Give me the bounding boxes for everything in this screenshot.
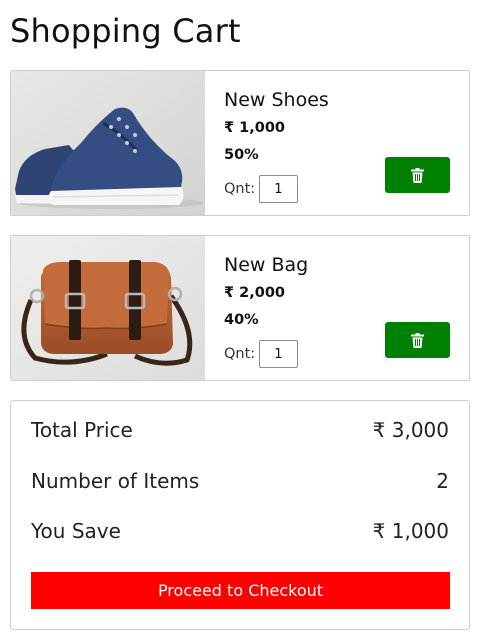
delete-item-button[interactable] — [385, 322, 450, 358]
quantity-row: Qnt: — [224, 175, 299, 203]
product-image-shoes[interactable] — [11, 71, 205, 215]
total-price-row: Total Price ₹ 3,000 — [31, 418, 449, 442]
total-price-label: Total Price — [31, 418, 133, 442]
page-title: Shopping Cart — [10, 12, 241, 50]
cart-item-bag: New Bag ₹ 2,000 40% Qnt: — [10, 235, 470, 381]
quantity-label: Qnt: — [224, 346, 256, 362]
product-price: ₹ 1,000 — [224, 120, 286, 136]
checkout-button[interactable]: Proceed to Checkout — [31, 572, 450, 609]
product-price: ₹ 2,000 — [224, 285, 286, 301]
savings-value: ₹ 1,000 — [372, 519, 449, 543]
product-name: New Shoes — [224, 89, 329, 111]
trash-icon — [411, 332, 424, 348]
trash-icon — [411, 167, 424, 183]
item-count-row: Number of Items 2 — [31, 469, 449, 493]
product-discount: 40% — [224, 312, 259, 328]
total-price-value: ₹ 3,000 — [372, 418, 449, 442]
quantity-input[interactable] — [259, 340, 299, 368]
product-image-bag[interactable] — [11, 236, 205, 380]
quantity-label: Qnt: — [224, 181, 256, 197]
quantity-input[interactable] — [259, 175, 299, 203]
savings-row: You Save ₹ 1,000 — [31, 519, 449, 543]
delete-item-button[interactable] — [385, 157, 450, 193]
product-discount: 50% — [224, 147, 259, 163]
order-summary: Total Price ₹ 3,000 Number of Items 2 Yo… — [10, 400, 470, 630]
savings-label: You Save — [31, 519, 121, 543]
quantity-row: Qnt: — [224, 340, 299, 368]
item-count-value: 2 — [436, 469, 449, 493]
cart-item-shoes: New Shoes ₹ 1,000 50% Qnt: — [10, 70, 470, 216]
item-count-label: Number of Items — [31, 469, 200, 493]
product-name: New Bag — [224, 254, 309, 276]
